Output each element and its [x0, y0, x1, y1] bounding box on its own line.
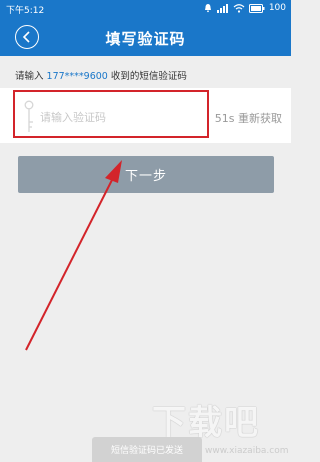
watermark-url: www.xiazaiba.com: [205, 446, 289, 456]
annotation-arrow: [25, 160, 122, 351]
toast-message: 短信验证码已发送: [92, 437, 202, 462]
